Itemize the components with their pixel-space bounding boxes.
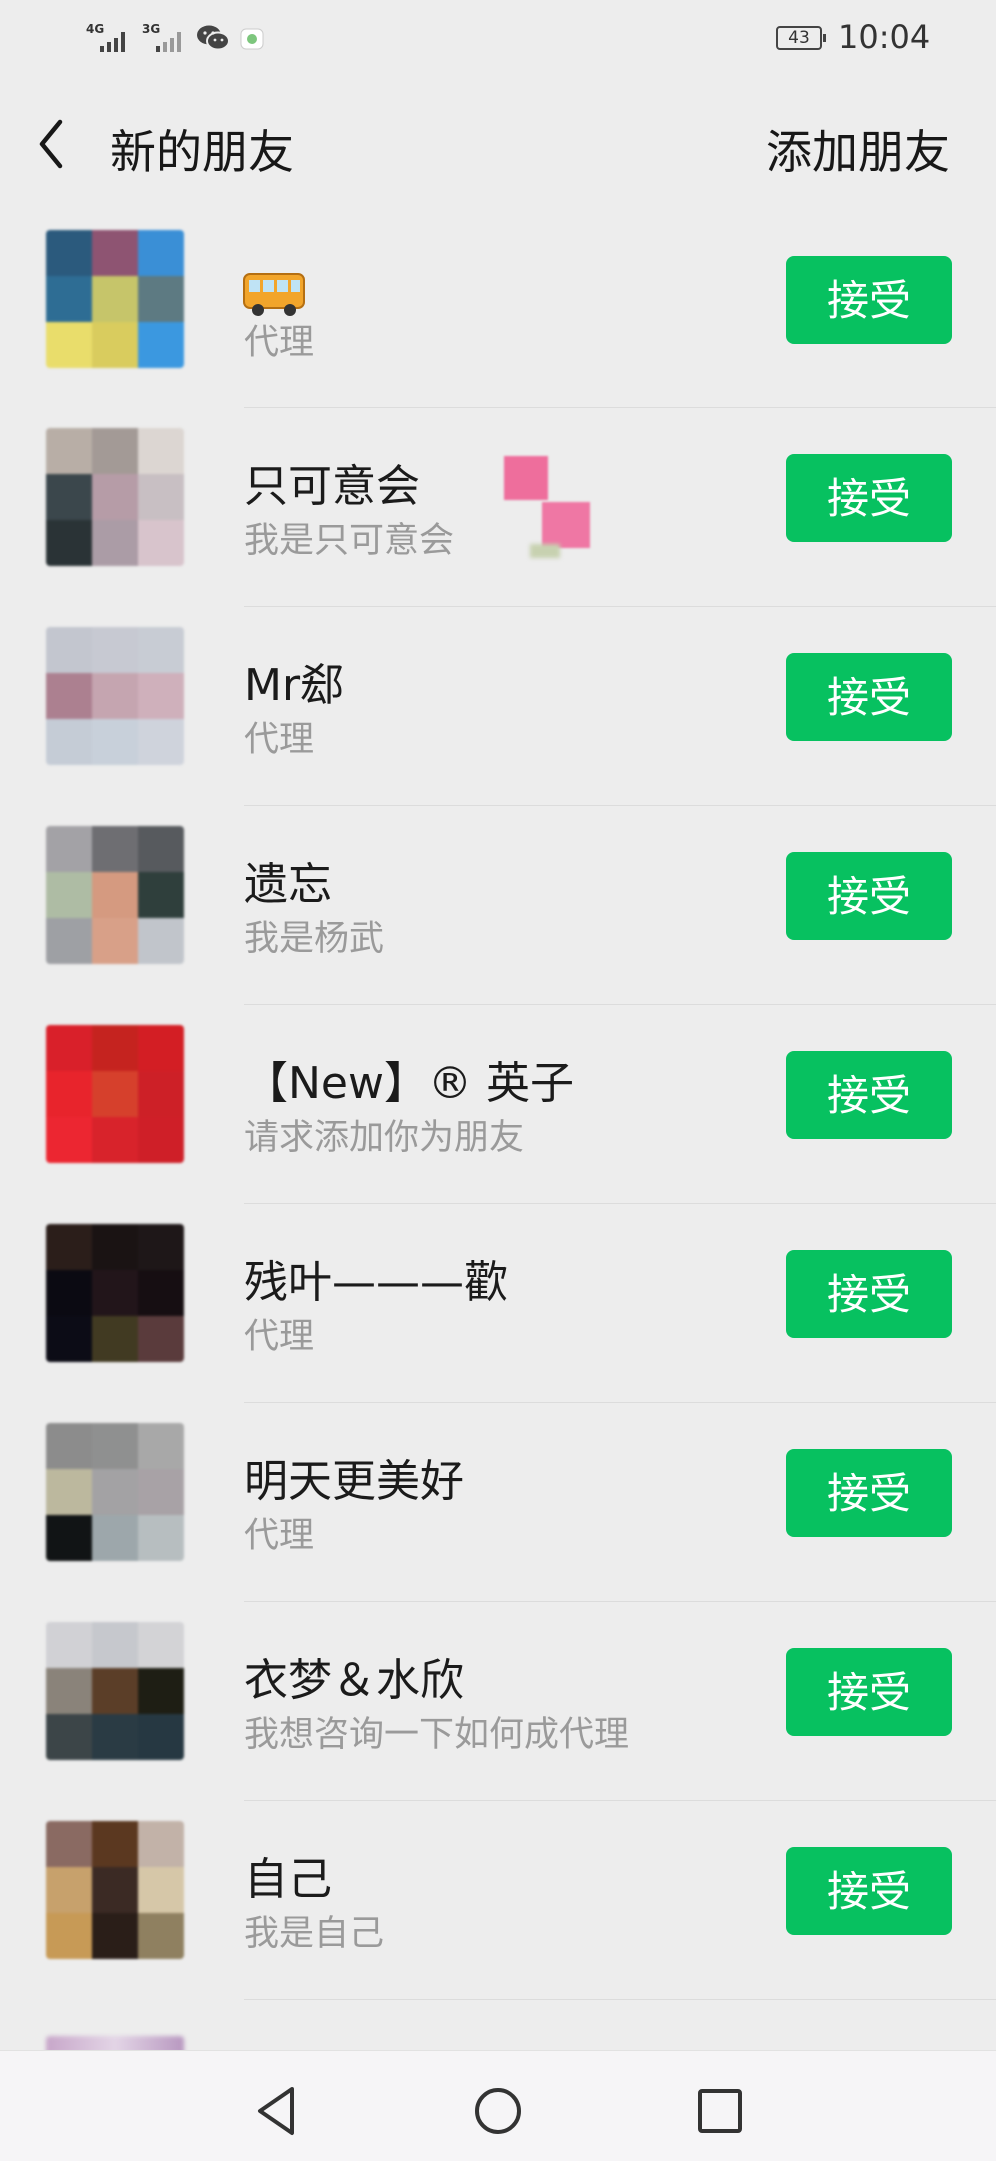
avatar[interactable] (46, 826, 184, 964)
request-name: 衣梦＆水欣 (244, 1655, 464, 1706)
accept-button[interactable]: 接受 (786, 1648, 952, 1736)
header-bar: 新的朋友 添加朋友 (0, 78, 996, 211)
request-message: 代理 (244, 720, 315, 760)
avatar[interactable] (46, 1423, 184, 1561)
nav-recents-icon[interactable] (690, 2081, 750, 2141)
friend-request-row[interactable]: 明天更美好代理 接受 (0, 1403, 996, 1602)
avatar[interactable] (46, 1821, 184, 1959)
request-name: 【New】® 英子 (244, 1058, 574, 1109)
request-name: Mr郄 (244, 660, 345, 711)
friend-request-row[interactable]: 残叶———歡代理 接受 (0, 1204, 996, 1403)
clock: 10:04 (838, 18, 931, 56)
nav-home-icon[interactable] (468, 2081, 528, 2141)
sticker-image (500, 452, 600, 562)
request-message: 代理 (244, 323, 315, 363)
request-message: 代理 (244, 1516, 315, 1556)
request-name: 残叶———歡 (244, 1257, 508, 1308)
friend-request-row[interactable]: 代理 接受 (0, 210, 996, 408)
request-message: 我是自己 (244, 1914, 385, 1954)
friend-request-list: 代理 接受 只可意会 我是只可意会 接受 Mr郄 代理 接受 遗忘 我是杨武 接受 【New】® 英子… (0, 210, 996, 2000)
request-name: 明天更美好 (244, 1456, 464, 1507)
accept-button[interactable]: 接受 (786, 454, 952, 542)
nav-back-icon[interactable] (248, 2081, 308, 2141)
request-message: 代理 (244, 1317, 315, 1357)
add-friend-button[interactable]: 添加朋友 (766, 116, 950, 182)
accept-button[interactable]: 接受 (786, 1449, 952, 1537)
avatar[interactable] (46, 1622, 184, 1760)
avatar[interactable] (46, 627, 184, 765)
bus-emoji-icon (243, 273, 305, 316)
friend-request-row[interactable]: 遗忘我是杨武 接受 (0, 806, 996, 1005)
friend-request-row[interactable]: 自己我是自己 接受 (0, 1801, 996, 2000)
request-message: 我是只可意会 (244, 521, 455, 561)
friend-request-row[interactable]: Mr郄代理 接受 (0, 607, 996, 806)
friend-request-row[interactable]: 衣梦＆水欣我想咨询一下如何成代理 接受 (0, 1602, 996, 1801)
request-name: 只可意会 (244, 461, 420, 512)
request-message: 我是杨武 (244, 919, 385, 959)
page-title: 新的朋友 (110, 125, 294, 179)
avatar[interactable] (46, 1025, 184, 1163)
system-nav-bar (0, 2050, 996, 2161)
row-divider (244, 1999, 996, 2000)
avatar[interactable] (46, 428, 184, 566)
request-message: 我想咨询一下如何成代理 (244, 1715, 630, 1755)
back-arrow-icon[interactable] (30, 112, 80, 176)
accept-button[interactable]: 接受 (786, 256, 952, 344)
friend-request-row[interactable]: 只可意会我是只可意会 接受 (0, 408, 996, 607)
request-name: 遗忘 (244, 859, 332, 910)
friend-request-row[interactable]: 【New】® 英子请求添加你为朋友 接受 (0, 1005, 996, 1204)
accept-button[interactable]: 接受 (786, 1051, 952, 1139)
status-bar: 4G 3G 43 10:04 (0, 0, 996, 78)
request-message: 请求添加你为朋友 (244, 1118, 525, 1158)
wechat-icon (197, 25, 230, 51)
app-notification-icon (240, 28, 264, 50)
accept-button[interactable]: 接受 (786, 1847, 952, 1935)
avatar[interactable] (46, 1224, 184, 1362)
battery-indicator: 43 (776, 26, 826, 50)
accept-button[interactable]: 接受 (786, 852, 952, 940)
accept-button[interactable]: 接受 (786, 1250, 952, 1338)
request-name: 自己 (244, 1854, 332, 1905)
accept-button[interactable]: 接受 (786, 653, 952, 741)
avatar[interactable] (46, 230, 184, 368)
